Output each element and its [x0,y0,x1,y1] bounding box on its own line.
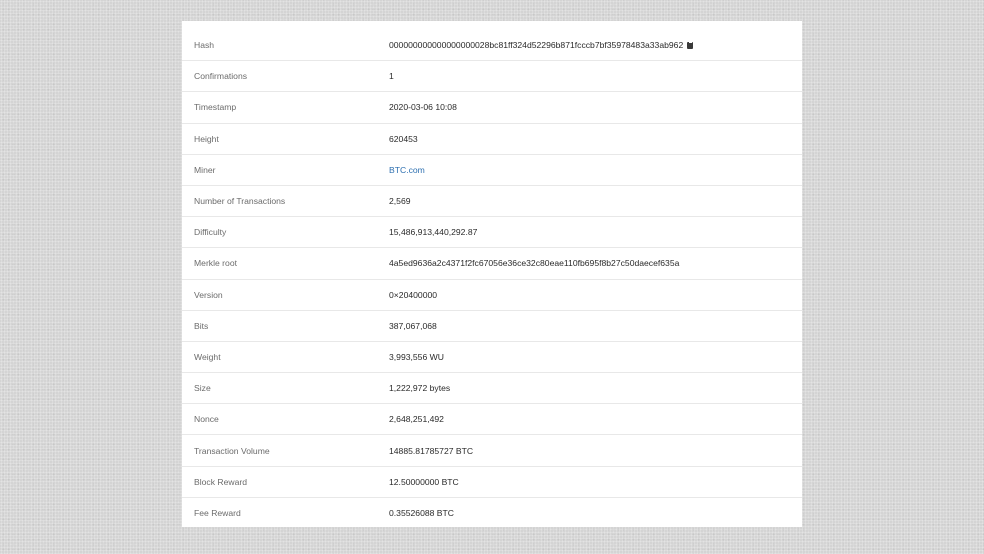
miner-link[interactable]: BTC.com [389,165,425,175]
weight-value: 3,993,556 WU [389,351,444,362]
row-weight: Weight 3,993,556 WU [182,342,802,374]
difficulty-value: 15,486,913,440,292.87 [389,227,478,238]
difficulty-label: Difficulty [194,227,227,238]
bits-label: Bits [194,320,209,331]
row-transaction-volume: Transaction Volume 14885.81785727 BTC [182,435,802,467]
hash-label: Hash [194,40,215,51]
version-value: 0×20400000 [389,289,438,300]
merkle-root-label: Merkle root [194,258,237,269]
row-timestamp: Timestamp 2020-03-06 10:08 [182,92,802,124]
clipboard-icon[interactable] [687,41,694,50]
confirmations-label: Confirmations [194,71,248,82]
transaction-volume-label: Transaction Volume [194,445,270,456]
block-details-card: Hash 000000000000000000028bc81ff324d5229… [182,21,802,527]
row-fee-reward: Fee Reward 0.35526088 BTC [182,498,802,527]
row-hash: Hash 000000000000000000028bc81ff324d5229… [182,30,802,62]
block-reward-value: 12.50000000 BTC [389,476,459,487]
nonce-label: Nonce [194,414,219,425]
number-of-transactions-label: Number of Transactions [194,196,286,207]
weight-label: Weight [194,351,221,362]
row-miner: Miner BTC.com [182,155,802,186]
row-bits: Bits 387,067,068 [182,311,802,342]
row-size: Size 1,222,972 bytes [182,373,802,405]
timestamp-label: Timestamp [194,102,237,113]
size-value: 1,222,972 bytes [389,383,451,394]
timestamp-value: 2020-03-06 10:08 [389,102,457,113]
row-confirmations: Confirmations 1 [182,61,802,93]
merkle-root-value: 4a5ed9636a2c4371f2fc67056e36ce32c80eae11… [389,258,680,269]
bits-value: 387,067,068 [389,320,437,331]
confirmations-value: 1 [389,71,394,82]
fee-reward-label: Fee Reward [194,508,241,519]
miner-label: Miner [194,164,216,175]
row-merkle-root: Merkle root 4a5ed9636a2c4371f2fc67056e36… [182,248,802,280]
row-difficulty: Difficulty 15,486,913,440,292.87 [182,217,802,249]
fee-reward-value: 0.35526088 BTC [389,508,454,519]
hash-value-container: 000000000000000000028bc81ff324d52296b871… [389,40,802,50]
block-details-table: Hash 000000000000000000028bc81ff324d5229… [182,21,802,527]
block-reward-label: Block Reward [194,476,248,487]
size-label: Size [194,383,211,394]
row-nonce: Nonce 2,648,251,492 [182,404,802,436]
row-number-of-transactions: Number of Transactions 2,569 [182,186,802,218]
version-label: Version [194,289,223,300]
height-label: Height [194,133,219,144]
hash-value: 000000000000000000028bc81ff324d52296b871… [389,40,684,51]
miner-value-container: BTC.com [389,165,802,175]
transaction-volume-value: 14885.81785727 BTC [389,445,474,456]
nonce-value: 2,648,251,492 [389,414,444,425]
number-of-transactions-value: 2,569 [389,196,411,207]
row-version: Version 0×20400000 [182,280,802,311]
height-value: 620453 [389,133,418,144]
row-block-reward: Block Reward 12.50000000 BTC [182,467,802,498]
row-height: Height 620453 [182,124,802,155]
